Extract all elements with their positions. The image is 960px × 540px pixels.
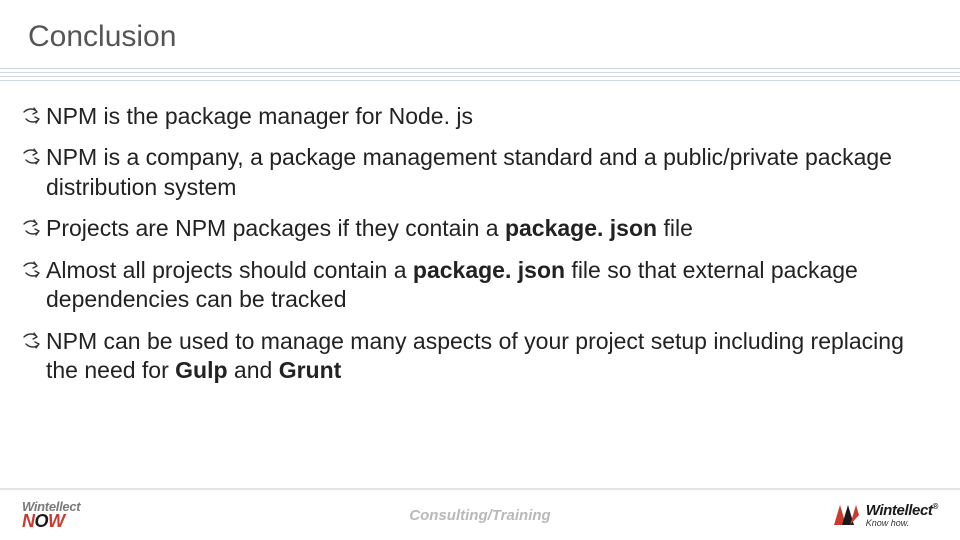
slide-content: NPM is the package manager for Node. js N…: [0, 84, 960, 386]
bullet-swirl-icon: [22, 218, 42, 242]
wintellect-mark-icon: [832, 503, 860, 527]
bullet-text: Projects are NPM packages if they contai…: [46, 214, 693, 243]
rule-line: [0, 80, 960, 81]
header-rules: [0, 68, 960, 81]
rule-line: [0, 76, 960, 77]
bullet-item: Almost all projects should contain a pac…: [22, 256, 938, 315]
bullet-item: NPM can be used to manage many aspects o…: [22, 327, 938, 386]
bullet-text: NPM is the package manager for Node. js: [46, 102, 473, 131]
slide-footer: Wintellect NOW Consulting/Training Winte…: [0, 488, 960, 540]
bullet-text: Almost all projects should contain a pac…: [46, 256, 938, 315]
logo-left-bottom: NOW: [22, 513, 80, 529]
bullet-swirl-icon: [22, 260, 42, 284]
logo-wintellect: Wintellect® Know how.: [832, 503, 938, 528]
logo-right-brand: Wintellect®: [866, 503, 938, 518]
bullet-item: NPM is the package manager for Node. js: [22, 102, 938, 131]
bullet-item: NPM is a company, a package management s…: [22, 143, 938, 202]
bullet-swirl-icon: [22, 106, 42, 130]
bullet-item: Projects are NPM packages if they contai…: [22, 214, 938, 243]
slide-header: Conclusion: [0, 0, 960, 62]
rule-line: [0, 72, 960, 73]
logo-right-text: Wintellect® Know how.: [866, 503, 938, 528]
bullet-swirl-icon: [22, 147, 42, 171]
logo-wintellect-now: Wintellect NOW: [22, 501, 80, 529]
bullet-text: NPM is a company, a package management s…: [46, 143, 938, 202]
bullet-swirl-icon: [22, 331, 42, 355]
bullet-text: NPM can be used to manage many aspects o…: [46, 327, 938, 386]
logo-right-tagline: Know how.: [866, 519, 938, 528]
slide-title: Conclusion: [28, 20, 960, 54]
rule-line: [0, 68, 960, 69]
footer-center-text: Consulting/Training: [409, 507, 550, 524]
